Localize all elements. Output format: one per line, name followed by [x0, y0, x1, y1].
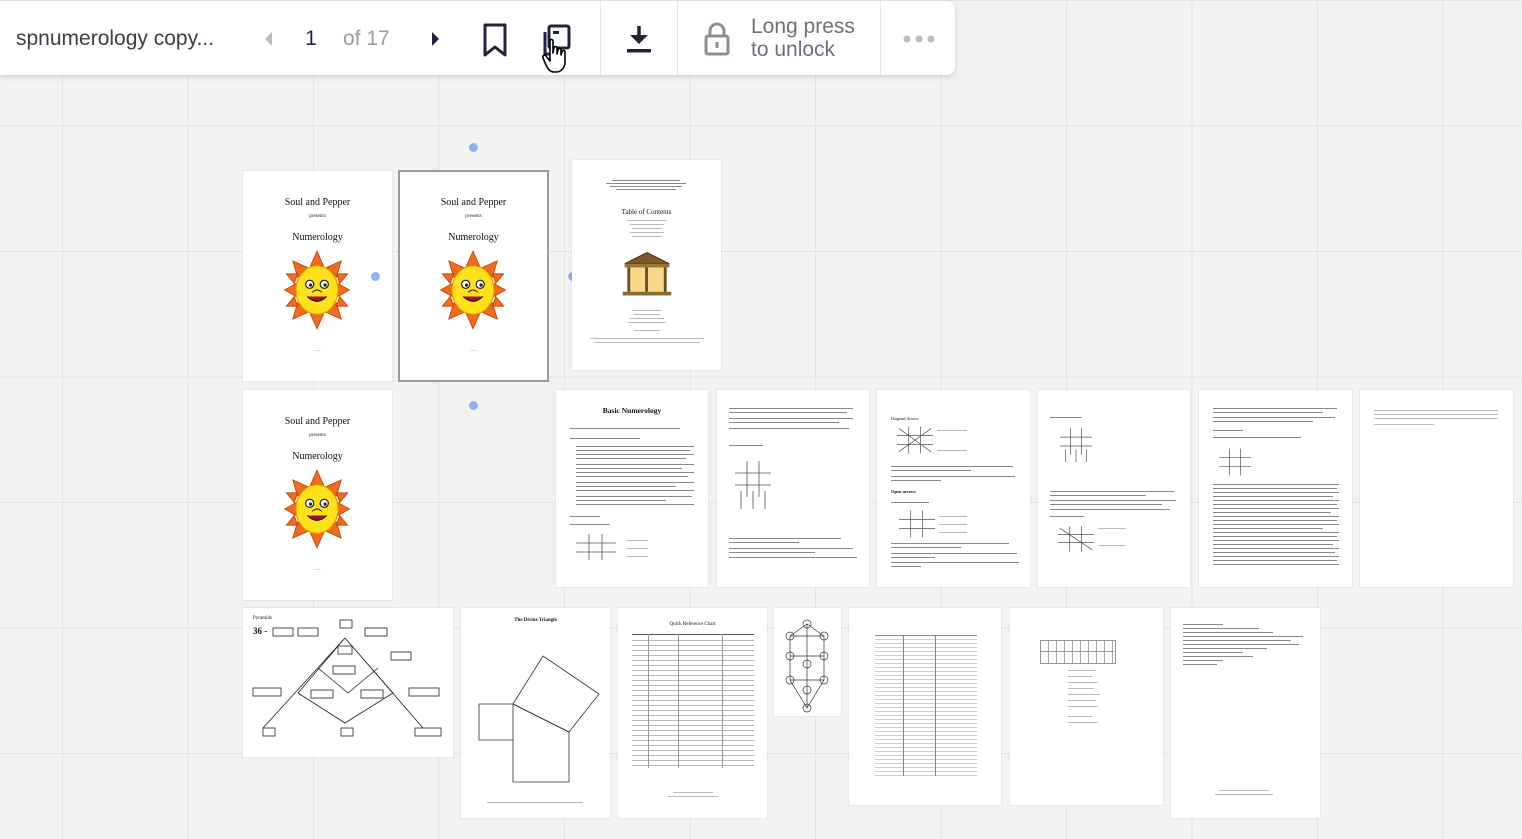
cover-presents: presents — [465, 214, 482, 219]
unlock-button[interactable]: Long press to unlock — [678, 1, 880, 75]
quick-reference-title: Quick Reference Chart — [669, 622, 716, 627]
page-thumbnail-basic-numerology[interactable]: Basic Numerology — [556, 390, 708, 587]
toolbar-divider — [600, 1, 601, 75]
cover-subtitle: Numerology — [448, 232, 499, 243]
page-thumbnail-cover-selected[interactable]: Soul and Pepper presents Numerology ____ — [398, 170, 549, 382]
unlock-label: Long press to unlock — [751, 15, 855, 61]
example-grid-diagram — [1219, 448, 1251, 476]
open-arrows-label: Open arrows — [891, 489, 917, 494]
viewer-toolbar: spnumerology copy... 1 of 17 Long press … — [0, 1, 955, 75]
cover-subtitle: Numerology — [292, 451, 343, 462]
cover-presents: presents — [309, 214, 326, 219]
sun-illustration — [283, 469, 351, 549]
selection-handle-bottom[interactable] — [469, 401, 478, 410]
diagonal-label: Diagonal Arrows — [891, 416, 919, 421]
tree-of-life-diagram — [785, 619, 829, 713]
diagonal-arrows-diagram — [897, 426, 933, 454]
cover-footer-text: ____ — [470, 347, 477, 351]
chevron-left-icon[interactable] — [258, 28, 280, 50]
basic-title: Basic Numerology — [602, 406, 662, 415]
page-thumbnail-resources[interactable] — [1171, 608, 1320, 818]
page-thumbnail-letter-chart[interactable] — [1010, 608, 1163, 805]
pyramid-diagram — [252, 619, 442, 737]
page-thumbnail-quick-reference[interactable]: Quick Reference Chart — [618, 608, 767, 818]
cover-presents: presents — [309, 433, 326, 438]
gazebo-illustration — [622, 252, 672, 296]
cover-footer-text: ____ — [314, 566, 321, 570]
chevron-right-icon[interactable] — [424, 28, 446, 50]
cover-title: Soul and Pepper — [284, 416, 351, 427]
selection-handle-left[interactable] — [371, 272, 380, 281]
selection-handle-top[interactable] — [469, 143, 478, 152]
page-thumbnail-arrows-2[interactable] — [1038, 390, 1190, 587]
toc-title: Table of Contents — [621, 208, 672, 216]
file-name: spnumerology copy... — [16, 27, 215, 50]
current-page-number[interactable]: 1 — [300, 27, 322, 51]
page-thumbnail-cover[interactable]: Soul and Pepper presents Numerology ____ — [243, 171, 392, 381]
page-thumbnail-divine-triangle[interactable]: The Divine Triangle — [461, 608, 610, 818]
page-thumbnail-table-of-contents[interactable]: Table of Contents — [572, 160, 721, 370]
total-pages-label: of 17 — [343, 27, 390, 50]
cover-subtitle: Numerology — [292, 232, 343, 243]
bookmark-icon[interactable] — [482, 23, 508, 57]
cover-title: Soul and Pepper — [440, 197, 507, 208]
cover-footer-text: ____ — [314, 347, 321, 351]
sun-illustration — [439, 250, 507, 330]
vertical-arrows-diagram — [735, 461, 771, 509]
page-thumbnail-diagonal-arrows[interactable]: Diagonal Arrows Open arrows — [877, 390, 1030, 587]
page-thumbnail-tree-of-life[interactable] — [774, 608, 841, 716]
page-thumbnail-number-table[interactable] — [849, 608, 1001, 805]
numerology-grid-diagram — [576, 534, 616, 560]
page-thumbnail-notes[interactable] — [1360, 390, 1513, 587]
cover-title: Soul and Pepper — [284, 197, 351, 208]
page-thumbnail-cover-copy[interactable]: Soul and Pepper presents Numerology ____ — [243, 390, 392, 600]
toolbar-divider — [880, 1, 881, 75]
more-horizontal-icon[interactable] — [900, 31, 938, 47]
download-icon[interactable] — [624, 23, 654, 55]
arrows-grid-diagram — [1060, 428, 1092, 462]
diagonal-grid-diagram — [1058, 526, 1094, 552]
sun-illustration — [283, 250, 351, 330]
page-thumbnail-example-reading[interactable] — [1199, 390, 1352, 587]
page-thumbnail-pyramids[interactable]: Pyramids 36 - — [243, 608, 453, 757]
page-thumbnail-arrows-1[interactable] — [717, 390, 869, 587]
horizontal-arrows-diagram — [899, 510, 935, 538]
divine-triangle-diagram — [478, 655, 600, 783]
copy-pages-icon[interactable] — [538, 23, 574, 59]
lock-icon — [704, 22, 730, 56]
